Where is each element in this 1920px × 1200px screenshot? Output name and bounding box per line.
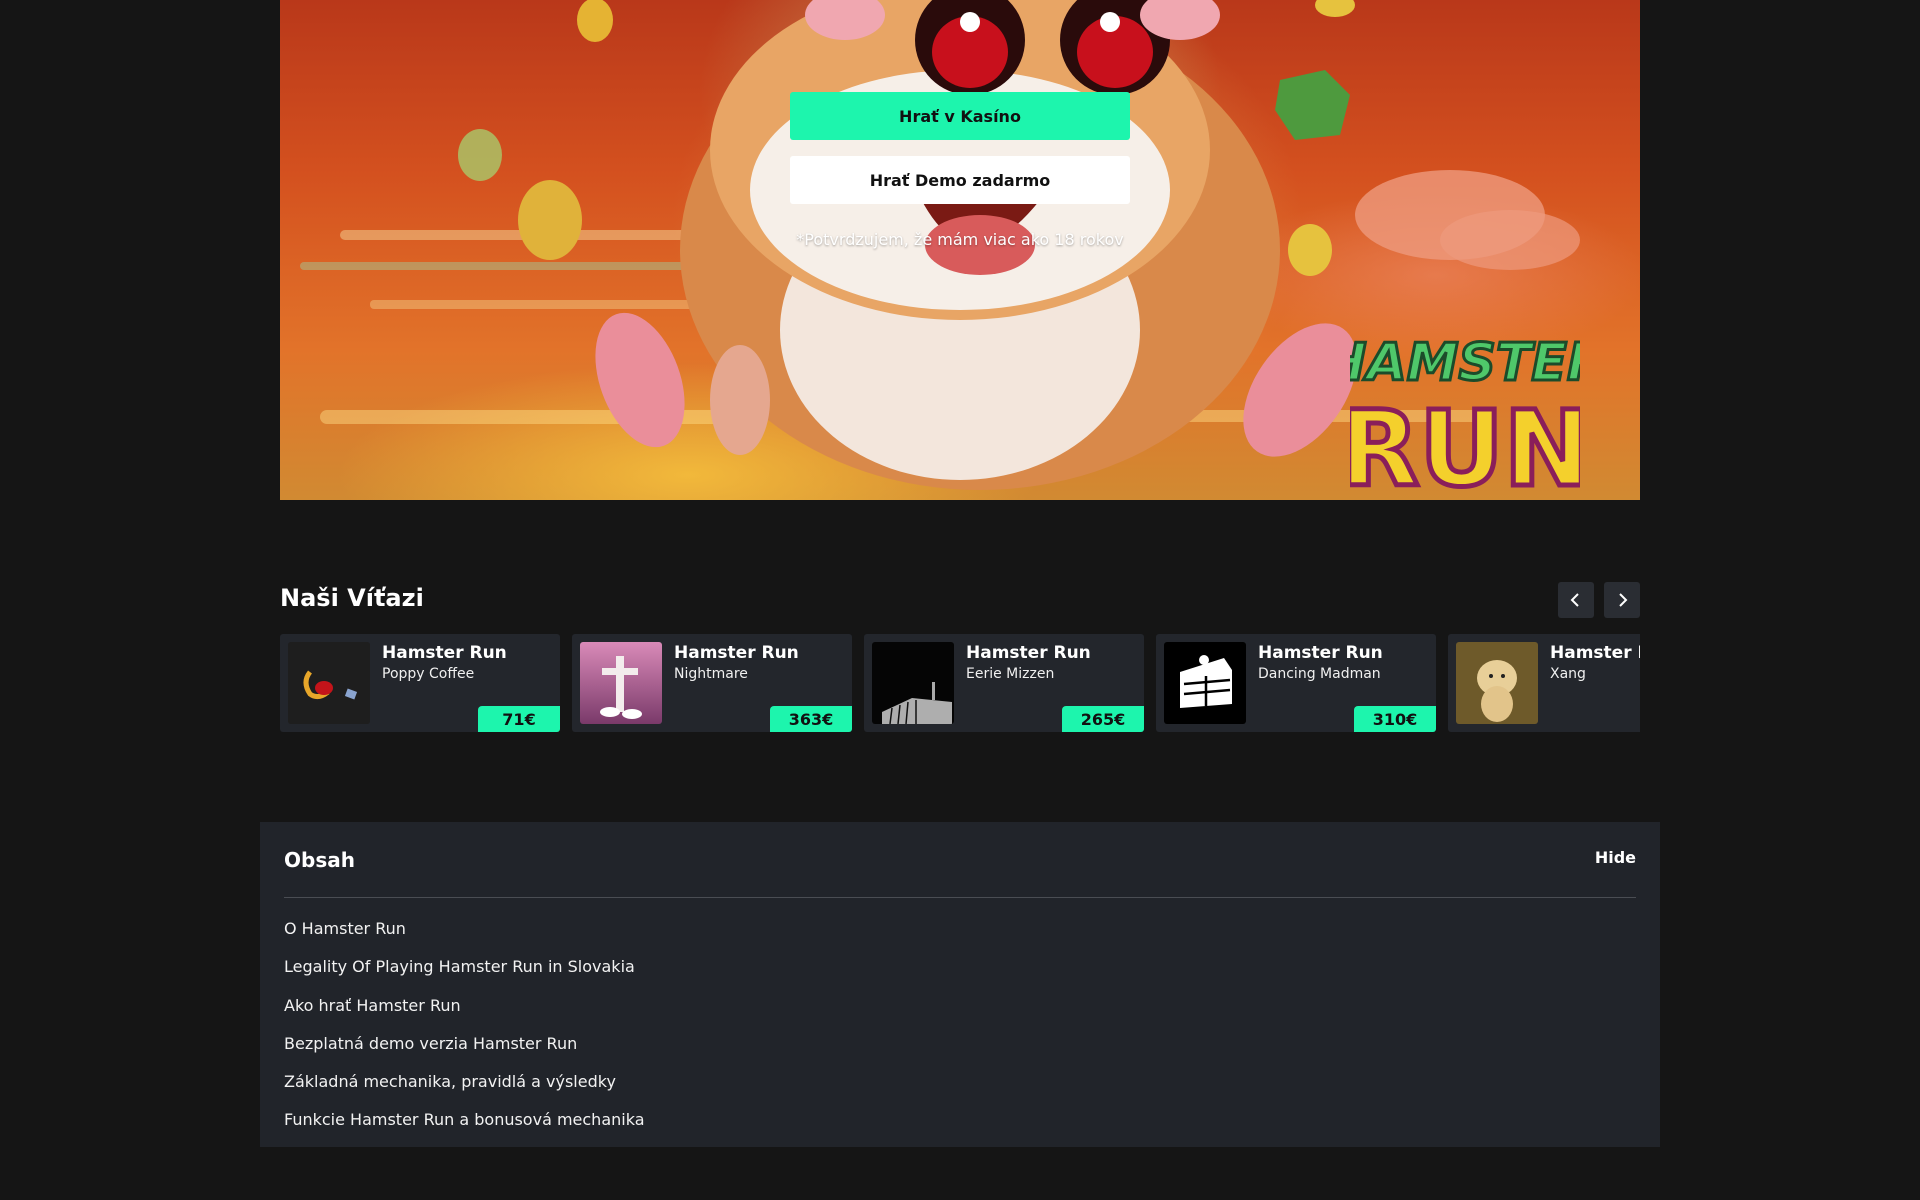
- winner-avatar-image: [580, 642, 662, 724]
- logo-text-hamster: HAMSTER: [1350, 333, 1580, 393]
- winner-card[interactable]: Hamster Run Nightmare 363€: [572, 634, 852, 732]
- winner-avatar: [580, 642, 662, 724]
- winner-avatar: [872, 642, 954, 724]
- toc-hide-button[interactable]: Hide: [1595, 848, 1636, 867]
- winner-game-name: Hamster Run: [674, 643, 799, 663]
- winner-card[interactable]: Hamster Run Poppy Coffee 71€: [280, 634, 560, 732]
- winner-avatar: [1164, 642, 1246, 724]
- toc-title: Obsah: [284, 848, 355, 872]
- winner-amount-badge: 71€: [478, 706, 560, 732]
- winner-player-name: Nightmare: [674, 666, 748, 682]
- winner-card[interactable]: Hamster Run Dancing Madman 310€: [1156, 634, 1436, 732]
- toc-link[interactable]: Legality Of Playing Hamster Run in Slova…: [284, 948, 645, 986]
- winner-player-name: Dancing Madman: [1258, 666, 1381, 682]
- page: Hrať v Kasíno Hrať Demo zadarmo *Potvrdz…: [0, 0, 1920, 1200]
- toc-link[interactable]: Ako hrať Hamster Run: [284, 987, 645, 1025]
- winner-game-name: Hamster Run: [1550, 643, 1640, 663]
- winner-avatar-image: [1164, 642, 1246, 724]
- winner-avatar-image: [288, 642, 370, 724]
- play-demo-button[interactable]: Hrať Demo zadarmo: [790, 156, 1130, 204]
- hero-banner: Hrať v Kasíno Hrať Demo zadarmo *Potvrdz…: [280, 0, 1640, 500]
- toc-link[interactable]: Bezplatná demo verzia Hamster Run: [284, 1025, 645, 1063]
- toc-list: O Hamster Run Legality Of Playing Hamste…: [284, 910, 645, 1126]
- winners-prev-button[interactable]: [1558, 582, 1594, 618]
- winner-avatar: [1456, 642, 1538, 724]
- winners-carousel: Hamster Run Poppy Coffee 71€ Hamster Run…: [280, 634, 1640, 732]
- winner-game-name: Hamster Run: [966, 643, 1091, 663]
- toc-link[interactable]: Základná mechanika, pravidlá a výsledky: [284, 1063, 645, 1101]
- toc-divider: [284, 897, 1636, 898]
- winners-title: Naši Víťazi: [280, 584, 424, 612]
- winner-card[interactable]: Hamster Run Xang: [1448, 634, 1640, 732]
- chevron-left-icon: [1570, 593, 1579, 607]
- winner-player-name: Poppy Coffee: [382, 666, 475, 682]
- winner-amount-badge: 310€: [1354, 706, 1436, 732]
- winners-next-button[interactable]: [1604, 582, 1640, 618]
- winner-game-name: Hamster Run: [1258, 643, 1383, 663]
- hamster-run-logo: HAMSTER RUN: [1350, 332, 1580, 501]
- hero-cta-group: Hrať v Kasíno Hrať Demo zadarmo *Potvrdz…: [790, 92, 1130, 249]
- table-of-contents: Obsah Hide O Hamster Run Legality Of Pla…: [260, 822, 1660, 1147]
- winner-player-name: Xang: [1550, 666, 1586, 682]
- winner-card[interactable]: Hamster Run Eerie Mizzen 265€: [864, 634, 1144, 732]
- winner-avatar-image: [1456, 642, 1538, 724]
- winner-avatar-image: [872, 642, 954, 724]
- age-confirmation-note: *Potvrdzujem, že mám viac ako 18 rokov: [796, 230, 1124, 249]
- toc-link[interactable]: Funkcie Hamster Run a bonusová mechanika: [284, 1101, 645, 1126]
- winner-amount-badge: 265€: [1062, 706, 1144, 732]
- winner-avatar: [288, 642, 370, 724]
- toc-link[interactable]: O Hamster Run: [284, 910, 645, 948]
- play-casino-button[interactable]: Hrať v Kasíno: [790, 92, 1130, 140]
- winners-header: Naši Víťazi: [280, 580, 1640, 620]
- winner-player-name: Eerie Mizzen: [966, 666, 1055, 682]
- chevron-right-icon: [1619, 593, 1628, 607]
- logo-text-run: RUN: [1350, 388, 1580, 500]
- winner-amount-badge: 363€: [770, 706, 852, 732]
- winner-game-name: Hamster Run: [382, 643, 507, 663]
